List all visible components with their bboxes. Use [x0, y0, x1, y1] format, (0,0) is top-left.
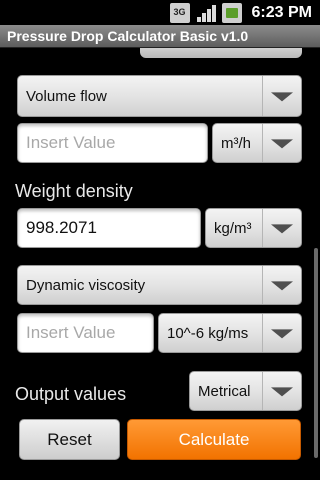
status-bar: 3G 6:23 PM: [0, 0, 320, 25]
battery-icon: [221, 2, 242, 23]
viscosity-type-spinner[interactable]: Dynamic viscosity: [17, 265, 302, 305]
signal-strength-icon: [196, 3, 216, 23]
dropdown-arrow-icon: [262, 314, 301, 352]
app-title: Pressure Drop Calculator Basic v1.0: [0, 25, 320, 48]
density-value-field[interactable]: [26, 218, 200, 238]
flow-unit-selected: m³/h: [221, 134, 251, 152]
flow-value-field[interactable]: [26, 133, 207, 153]
flow-type-selected: Volume flow: [26, 87, 107, 105]
density-label: Weight density: [15, 181, 133, 201]
status-time: 6:23 PM: [251, 3, 312, 21]
viscosity-type-selected: Dynamic viscosity: [26, 276, 146, 294]
flow-value-input[interactable]: [17, 123, 208, 163]
viscosity-unit-spinner[interactable]: 10^-6 kg/ms: [158, 313, 302, 353]
viscosity-value-field[interactable]: [26, 323, 153, 343]
previous-spinner-partial[interactable]: [140, 48, 302, 58]
dropdown-arrow-icon: [262, 209, 301, 247]
dropdown-arrow-icon: [262, 124, 301, 162]
flow-unit-spinner[interactable]: m³/h: [212, 123, 302, 163]
viscosity-unit-selected: 10^-6 kg/ms: [167, 324, 249, 342]
scrollbar[interactable]: [314, 248, 318, 458]
viscosity-value-input[interactable]: [17, 313, 154, 353]
output-label: Output values: [15, 384, 127, 404]
output-unit-spinner[interactable]: Metrical: [189, 371, 302, 411]
density-unit-selected: kg/m³: [214, 219, 252, 237]
form-area[interactable]: Volume flow m³/h Weight density kg/m³ Dy…: [0, 48, 320, 480]
dropdown-arrow-icon: [262, 266, 301, 304]
dropdown-arrow-icon: [262, 372, 301, 410]
dropdown-arrow-icon: [262, 76, 301, 116]
network-3g-icon: 3G: [169, 2, 190, 23]
reset-button[interactable]: Reset: [19, 419, 120, 460]
status-icons: 3G 6:23 PM: [169, 0, 312, 25]
density-unit-spinner[interactable]: kg/m³: [205, 208, 302, 248]
calculate-button[interactable]: Calculate: [127, 419, 301, 460]
flow-type-spinner[interactable]: Volume flow: [17, 75, 302, 117]
output-unit-selected: Metrical: [198, 382, 251, 400]
density-value-input[interactable]: [17, 208, 201, 248]
